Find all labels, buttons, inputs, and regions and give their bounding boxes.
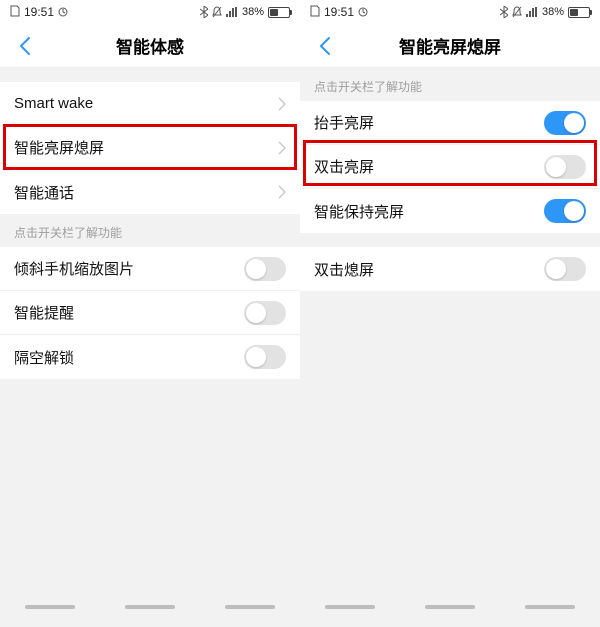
phone-right: 19:51 38% 智能亮屏熄屏 点击开关栏了解功能 xyxy=(300,0,600,627)
toggle-smart-remind[interactable] xyxy=(244,301,286,325)
row-smart-wake[interactable]: Smart wake xyxy=(0,82,300,126)
battery-icon xyxy=(568,7,590,18)
header: 智能体感 xyxy=(0,24,300,68)
row-screen-onoff[interactable]: 智能亮屏熄屏 xyxy=(0,126,300,170)
row-label: 双击熄屏 xyxy=(314,259,544,280)
row-air-unlock[interactable]: 隔空解锁 xyxy=(0,335,300,379)
dnd-icon xyxy=(212,6,222,18)
row-label: 智能通话 xyxy=(14,182,278,203)
battery-pct: 38% xyxy=(542,6,564,18)
row-label: 隔空解锁 xyxy=(14,347,244,368)
phone-left: 19:51 38% 智能体感 Smart xyxy=(0,0,300,627)
page-title: 智能体感 xyxy=(116,33,184,58)
row-label: 智能提醒 xyxy=(14,302,244,323)
signal-icon xyxy=(526,7,538,17)
sim-icon xyxy=(310,5,320,20)
nav-back[interactable] xyxy=(325,605,375,609)
chevron-right-icon xyxy=(278,141,286,155)
row-label: 抬手亮屏 xyxy=(314,112,544,133)
row-tilt-zoom[interactable]: 倾斜手机缩放图片 xyxy=(0,247,300,291)
back-button[interactable] xyxy=(310,24,340,68)
nav-recent[interactable] xyxy=(525,605,575,609)
header: 智能亮屏熄屏 xyxy=(300,24,600,68)
row-double-tap-off[interactable]: 双击熄屏 xyxy=(300,247,600,291)
row-label: 双击亮屏 xyxy=(314,156,544,177)
signal-icon xyxy=(226,7,238,17)
section-label: 点击开关栏了解功能 xyxy=(0,214,300,247)
nav-home[interactable] xyxy=(425,605,475,609)
content: 点击开关栏了解功能 抬手亮屏 双击亮屏 智能保持亮屏 双击熄屏 xyxy=(300,68,600,587)
battery-icon xyxy=(268,7,290,18)
row-label: 智能亮屏熄屏 xyxy=(14,137,278,158)
toggle-double-tap-wake[interactable] xyxy=(544,155,586,179)
content: Smart wake 智能亮屏熄屏 智能通话 点击开关栏了解功能 xyxy=(0,68,300,587)
row-smart-keep-on[interactable]: 智能保持亮屏 xyxy=(300,189,600,233)
bluetooth-icon xyxy=(500,6,508,18)
dnd-icon xyxy=(512,6,522,18)
row-raise-wake[interactable]: 抬手亮屏 xyxy=(300,101,600,145)
toggle-tilt-zoom[interactable] xyxy=(244,257,286,281)
chevron-right-icon xyxy=(278,97,286,111)
row-label: 智能保持亮屏 xyxy=(314,201,544,222)
nav-back[interactable] xyxy=(25,605,75,609)
status-time: 19:51 xyxy=(324,5,354,19)
toggle-smart-keep-on[interactable] xyxy=(544,199,586,223)
row-double-tap-wake[interactable]: 双击亮屏 xyxy=(300,145,600,189)
page-title: 智能亮屏熄屏 xyxy=(399,33,501,58)
row-smart-call[interactable]: 智能通话 xyxy=(0,170,300,214)
battery-pct: 38% xyxy=(242,6,264,18)
toggle-double-tap-off[interactable] xyxy=(544,257,586,281)
nav-bar xyxy=(0,587,300,627)
status-bar: 19:51 38% xyxy=(300,0,600,24)
alarm-icon xyxy=(58,7,68,17)
status-time: 19:51 xyxy=(24,5,54,19)
status-bar: 19:51 38% xyxy=(0,0,300,24)
bluetooth-icon xyxy=(200,6,208,18)
section-label: 点击开关栏了解功能 xyxy=(300,68,600,101)
chevron-right-icon xyxy=(278,185,286,199)
row-label: 倾斜手机缩放图片 xyxy=(14,258,244,279)
nav-home[interactable] xyxy=(125,605,175,609)
nav-bar xyxy=(300,587,600,627)
toggle-raise-wake[interactable] xyxy=(544,111,586,135)
alarm-icon xyxy=(358,7,368,17)
sim-icon xyxy=(10,5,20,20)
nav-recent[interactable] xyxy=(225,605,275,609)
toggle-air-unlock[interactable] xyxy=(244,345,286,369)
row-smart-remind[interactable]: 智能提醒 xyxy=(0,291,300,335)
row-label: Smart wake xyxy=(14,95,278,112)
back-button[interactable] xyxy=(10,24,40,68)
